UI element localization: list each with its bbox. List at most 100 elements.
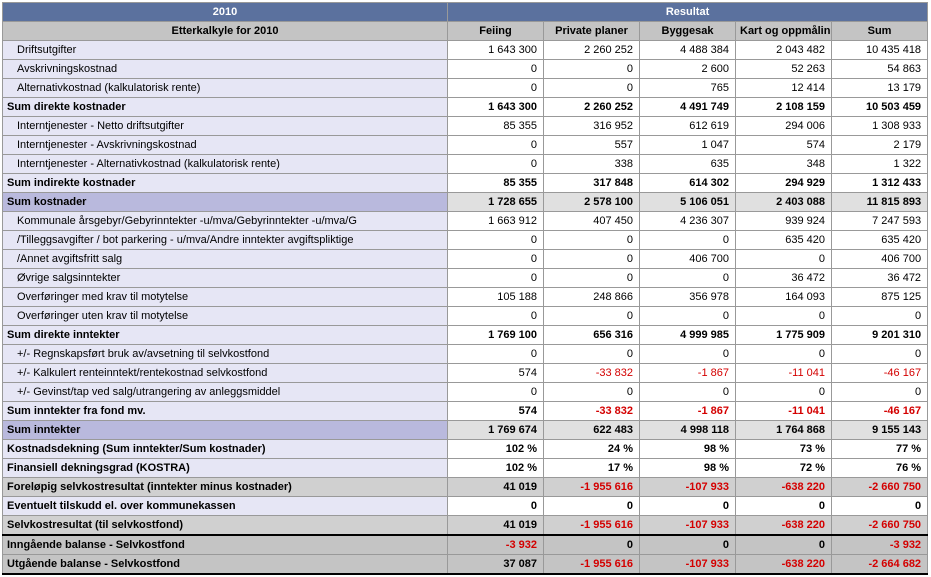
cell-value: 9 155 143	[832, 421, 928, 440]
cell-value: 77 %	[832, 440, 928, 459]
cell-value: 0	[640, 535, 736, 555]
table-header: 2010 Resultat Etterkalkyle for 2010 Feii…	[3, 3, 928, 41]
cell-value: 12 414	[736, 79, 832, 98]
cell-value: 102 %	[448, 440, 544, 459]
cell-value: 0	[640, 383, 736, 402]
col-byggesak: Byggesak	[640, 22, 736, 41]
cell-value: 4 491 749	[640, 98, 736, 117]
row-label: Eventuelt tilskudd el. over kommunekasse…	[3, 497, 448, 516]
cell-value: -33 832	[544, 364, 640, 383]
row-label: +/- Regnskapsført bruk av/avsetning til …	[3, 345, 448, 364]
header-result: Resultat	[448, 3, 928, 22]
row-label: Selvkostresultat (til selvkostfond)	[3, 516, 448, 536]
cell-value: 0	[736, 250, 832, 269]
cell-value: 0	[544, 60, 640, 79]
cell-value: -107 933	[640, 516, 736, 536]
cell-value: 0	[832, 497, 928, 516]
row-label: Overføringer uten krav til motytelse	[3, 307, 448, 326]
table-row: Overføringer uten krav til motytelse0000…	[3, 307, 928, 326]
cell-value: 0	[640, 497, 736, 516]
cell-value: 656 316	[544, 326, 640, 345]
row-label: Finansiell dekningsgrad (KOSTRA)	[3, 459, 448, 478]
cell-value: 1 308 933	[832, 117, 928, 136]
cell-value: -46 167	[832, 402, 928, 421]
cell-value: 0	[640, 307, 736, 326]
cell-value: -1 867	[640, 402, 736, 421]
cell-value: 0	[640, 345, 736, 364]
cell-value: -107 933	[640, 555, 736, 575]
row-label: Sum direkte inntekter	[3, 326, 448, 345]
cell-value: 0	[832, 383, 928, 402]
cell-value: 294 006	[736, 117, 832, 136]
cell-value: 294 929	[736, 174, 832, 193]
cell-value: -638 220	[736, 516, 832, 536]
row-label: Utgående balanse - Selvkostfond	[3, 555, 448, 575]
cell-value: 37 087	[448, 555, 544, 575]
cell-value: 0	[544, 79, 640, 98]
cell-value: 2 179	[832, 136, 928, 155]
cell-value: 73 %	[736, 440, 832, 459]
cell-value: 0	[832, 307, 928, 326]
row-label: Øvrige salgsinntekter	[3, 269, 448, 288]
cell-value: 635	[640, 155, 736, 174]
cell-value: 0	[544, 383, 640, 402]
cell-value: 0	[736, 535, 832, 555]
cell-value: 0	[448, 155, 544, 174]
cell-value: 338	[544, 155, 640, 174]
row-label: Sum indirekte kostnader	[3, 174, 448, 193]
cell-value: 407 450	[544, 212, 640, 231]
cell-value: 0	[544, 345, 640, 364]
cell-value: 1 775 909	[736, 326, 832, 345]
cell-value: -1 955 616	[544, 478, 640, 497]
row-label: Driftsutgifter	[3, 41, 448, 60]
row-label: Overføringer med krav til motytelse	[3, 288, 448, 307]
cell-value: 5 106 051	[640, 193, 736, 212]
cell-value: 0	[448, 250, 544, 269]
cell-value: 0	[448, 269, 544, 288]
cell-value: 41 019	[448, 478, 544, 497]
cell-value: 11 815 893	[832, 193, 928, 212]
row-label: Interntjenester - Avskrivningskostnad	[3, 136, 448, 155]
row-label: Alternativkostnad (kalkulatorisk rente)	[3, 79, 448, 98]
cell-value: -2 660 750	[832, 478, 928, 497]
cell-value: 2 600	[640, 60, 736, 79]
cell-value: 1 663 912	[448, 212, 544, 231]
cell-value: 0	[544, 269, 640, 288]
table-row: Kostnadsdekning (Sum inntekter/Sum kostn…	[3, 440, 928, 459]
col-feiing: Feiing	[448, 22, 544, 41]
col-private-planer: Private planer	[544, 22, 640, 41]
row-label: /Tilleggsavgifter / bot parkering - u/mv…	[3, 231, 448, 250]
cell-value: 1 769 674	[448, 421, 544, 440]
cell-value: 316 952	[544, 117, 640, 136]
table-row: Alternativkostnad (kalkulatorisk rente) 0…	[3, 79, 928, 98]
cell-value: -2 664 682	[832, 555, 928, 575]
cell-value: 4 998 118	[640, 421, 736, 440]
table-row: Eventuelt tilskudd el. over kommunekasse…	[3, 497, 928, 516]
row-label: Sum kostnader	[3, 193, 448, 212]
cell-value: -46 167	[832, 364, 928, 383]
cell-value: 0	[448, 136, 544, 155]
cell-value: 557	[544, 136, 640, 155]
cell-value: 9 201 310	[832, 326, 928, 345]
cell-value: 875 125	[832, 288, 928, 307]
cell-value: 85 355	[448, 174, 544, 193]
cell-value: 54 863	[832, 60, 928, 79]
table-row: +/- Gevinst/tap ved salg/utrangering av …	[3, 383, 928, 402]
cell-value: 13 179	[832, 79, 928, 98]
cell-value: 10 435 418	[832, 41, 928, 60]
cell-value: 0	[736, 383, 832, 402]
cell-value: 2 260 252	[544, 41, 640, 60]
cell-value: 0	[640, 231, 736, 250]
cell-value: -2 660 750	[832, 516, 928, 536]
table-row: Sum kostnader1 728 6552 578 1005 106 051…	[3, 193, 928, 212]
cell-value: -1 955 616	[544, 555, 640, 575]
table-row: Øvrige salgsinntekter00036 47236 472	[3, 269, 928, 288]
cell-value: -1 867	[640, 364, 736, 383]
cell-value: 0	[544, 250, 640, 269]
table-row: Overføringer med krav til motytelse105 1…	[3, 288, 928, 307]
cell-value: 0	[448, 231, 544, 250]
cell-value: 0	[832, 345, 928, 364]
cell-value: 0	[736, 345, 832, 364]
cell-value: 0	[448, 345, 544, 364]
table-row: /Annet avgiftsfritt salg00406 7000406 70…	[3, 250, 928, 269]
